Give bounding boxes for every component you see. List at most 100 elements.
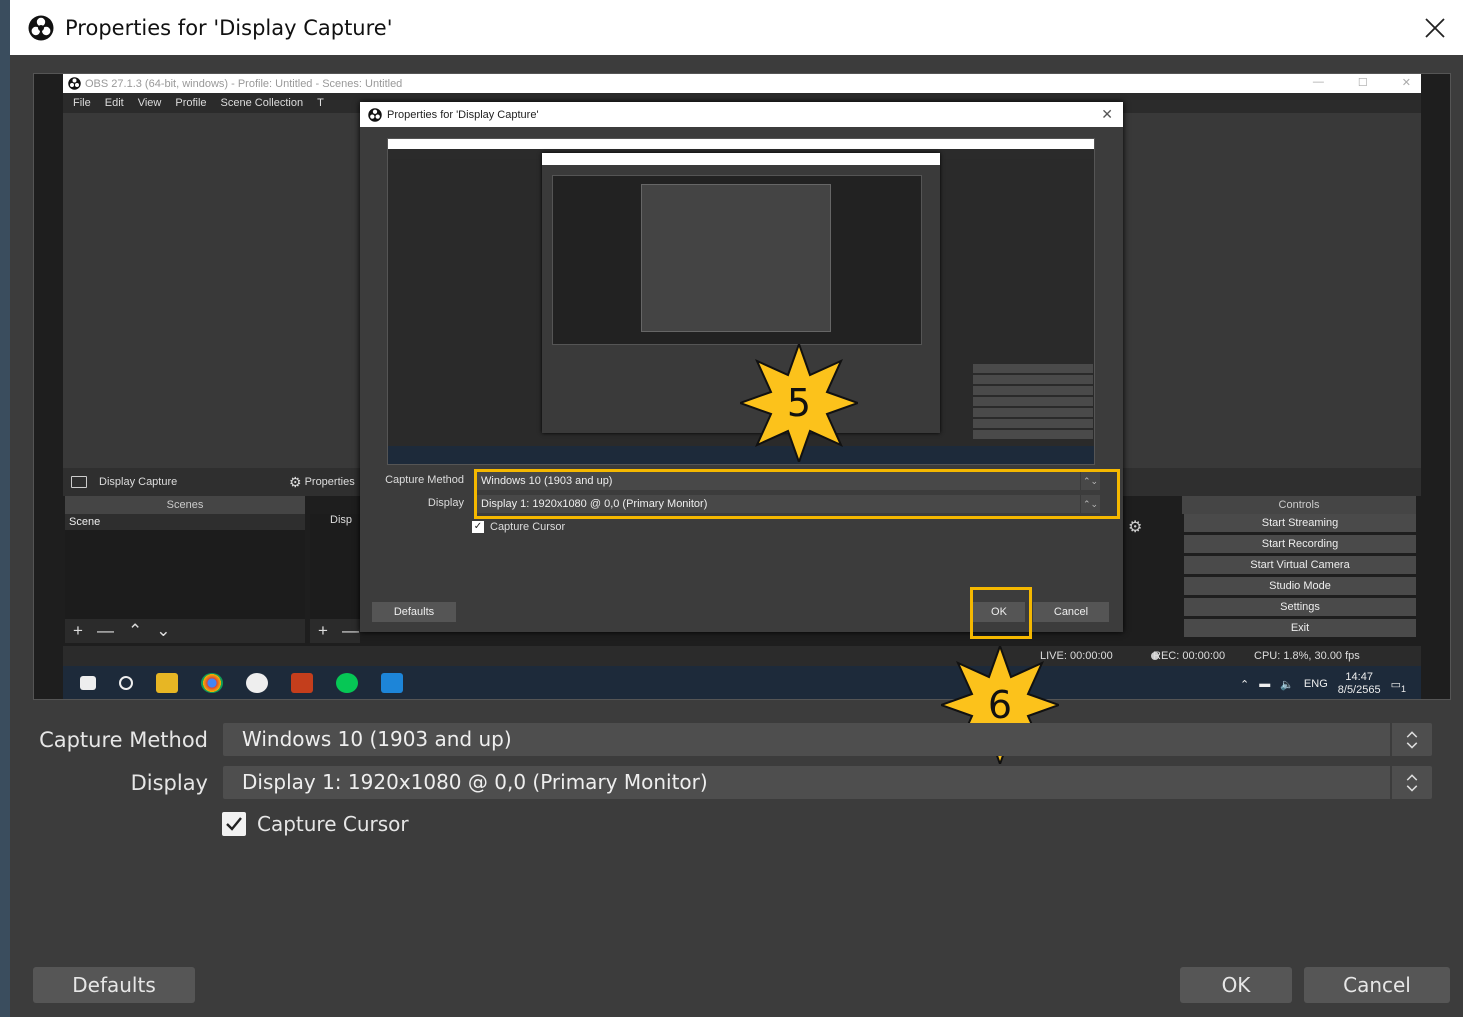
nested-titlebar (388, 139, 1094, 149)
capture-cursor-label: Capture Cursor (257, 812, 409, 836)
obs-taskbar-icon (246, 673, 268, 693)
sources-toolbar: + — (310, 619, 360, 643)
gear-icon: ⚙ (1128, 519, 1143, 536)
inner-dialog-title: Properties for 'Display Capture' (387, 108, 539, 121)
scenes-header: Scenes (166, 499, 204, 511)
step-5-marker: 5 (740, 344, 858, 462)
display-value: Display 1: 1920x1080 @ 0,0 (Primary Moni… (242, 770, 708, 794)
notification-count: 1 (1400, 683, 1406, 694)
step-5-number: 5 (786, 381, 812, 425)
dialog-title: Properties for 'Display Capture' (65, 15, 393, 40)
remove-icon: — (96, 621, 114, 640)
app-icon (381, 673, 403, 693)
chrome-icon (201, 673, 223, 693)
network-icon: ▬ (1259, 678, 1271, 690)
search-icon (119, 676, 133, 690)
nested-dialog-titlebar (542, 153, 940, 165)
desktop-edge (0, 0, 10, 1017)
capture-method-label: Capture Method (39, 728, 208, 752)
cpu-status: CPU: 1.8%, 30.00 fps (1254, 650, 1360, 662)
add-icon: + (73, 621, 83, 640)
volume-icon: 🔈 (1280, 678, 1294, 691)
close-icon: ✕ (1101, 106, 1113, 122)
updown-icon (1390, 723, 1418, 756)
inner-capture-cursor-label: Capture Cursor (490, 521, 566, 533)
nested-controls (973, 364, 1093, 454)
obs-window-title: OBS 27.1.3 (64-bit, windows) - Profile: … (85, 77, 403, 90)
remove-icon: — (341, 621, 359, 640)
clock-date: 8/5/2565 (1337, 684, 1381, 696)
gear-icon: ⚙ (289, 473, 302, 490)
settings-button: Settings (1184, 598, 1416, 616)
lang-indicator: ENG (1303, 678, 1328, 690)
monitor-icon (71, 476, 87, 488)
windows-taskbar: ⌃ ▬ 🔈 ENG 14:47 8/5/2565 ▭ 1 (63, 666, 1421, 699)
ok-button[interactable]: OK (1180, 967, 1292, 1003)
maximize-icon: ☐ (1357, 77, 1368, 89)
inner-display-label: Display (427, 497, 464, 509)
menu-file: File (73, 97, 91, 109)
sources-item: Disp (330, 514, 353, 526)
nested-capture (552, 175, 922, 345)
controls-panel: Start Streaming Start Recording Start Vi… (1184, 514, 1416, 640)
add-icon: + (318, 621, 328, 640)
scene-item: Scene (65, 514, 305, 530)
inner-dialog-titlebar: Properties for 'Display Capture' ✕ (360, 102, 1123, 127)
powerpoint-icon (291, 673, 313, 693)
clock-time: 14:47 (1345, 671, 1373, 683)
controls-header: Controls (1278, 499, 1320, 511)
updown-icon (1390, 766, 1418, 799)
up-icon: ⌃ (127, 621, 143, 640)
close-icon[interactable] (1421, 14, 1449, 42)
menu-tools: T (317, 97, 324, 109)
start-streaming-button: Start Streaming (1184, 514, 1416, 532)
system-tray: ⌃ ▬ 🔈 ENG 14:47 8/5/2565 ▭ 1 (1240, 671, 1406, 697)
file-explorer-icon (156, 673, 178, 693)
inner-cancel-button: Cancel (1033, 602, 1109, 622)
display-label: Display (130, 771, 208, 795)
window-controls: — ☐ ✕ (1313, 76, 1411, 89)
cancel-button[interactable]: Cancel (1304, 967, 1450, 1003)
down-icon: ⌄ (156, 621, 171, 640)
obs-logo-icon (368, 107, 382, 122)
minimize-icon: — (1312, 76, 1324, 88)
display-select[interactable]: Display 1: 1920x1080 @ 0,0 (Primary Moni… (223, 766, 1432, 799)
line-icon (336, 673, 358, 693)
menu-scene-collection: Scene Collection (220, 97, 304, 109)
defaults-button[interactable]: Defaults (33, 967, 195, 1003)
scenes-toolbar: + — ⌃ ⌄ (65, 619, 305, 643)
start-icon (80, 676, 96, 690)
inner-capture-method-label: Capture Method (385, 474, 464, 486)
sources-list: Disp (310, 514, 360, 619)
capture-cursor-checkbox[interactable]: Capture Cursor (222, 812, 409, 836)
capture-method-value: Windows 10 (1903 and up) (242, 727, 512, 751)
clock: 14:47 8/5/2565 (1338, 671, 1381, 697)
highlight-ok-button (970, 587, 1032, 639)
scenes-dock-header: Scenes (65, 496, 305, 514)
capture-method-select[interactable]: Windows 10 (1903 and up) (223, 723, 1432, 756)
menu-view: View (137, 97, 162, 109)
studio-mode-button: Studio Mode (1184, 577, 1416, 595)
chevron-up-icon: ⌃ (1240, 678, 1250, 691)
status-bar: LIVE: 00:00:00 REC: 00:00:00 CPU: 1.8%, … (63, 646, 1421, 666)
checkbox-checked-icon: ✓ (472, 521, 484, 533)
scenes-list: Scene (65, 514, 305, 619)
properties-label: Properties (304, 476, 355, 488)
notification-icon: ▭ 1 (1390, 678, 1406, 694)
controls-dock-header: Controls (1182, 496, 1416, 514)
obs-window-titlebar: OBS 27.1.3 (64-bit, windows) - Profile: … (63, 74, 1421, 93)
start-virtual-camera-button: Start Virtual Camera (1184, 556, 1416, 574)
source-name: Display Capture (99, 476, 178, 488)
obs-logo-icon (68, 77, 81, 90)
inner-defaults-button: Defaults (372, 602, 456, 622)
inner-capture-cursor: ✓ Capture Cursor (472, 521, 565, 533)
rec-status: REC: 00:00:00 (1153, 650, 1226, 662)
start-recording-button: Start Recording (1184, 535, 1416, 553)
menu-edit: Edit (104, 97, 124, 109)
obs-logo-icon (28, 15, 54, 40)
nested-screen (641, 184, 831, 332)
properties-button: ⚙ Properties (289, 474, 355, 491)
close-icon: ✕ (1401, 77, 1411, 89)
highlight-capture-settings (474, 469, 1120, 519)
checkbox-checked-icon[interactable] (222, 812, 246, 836)
